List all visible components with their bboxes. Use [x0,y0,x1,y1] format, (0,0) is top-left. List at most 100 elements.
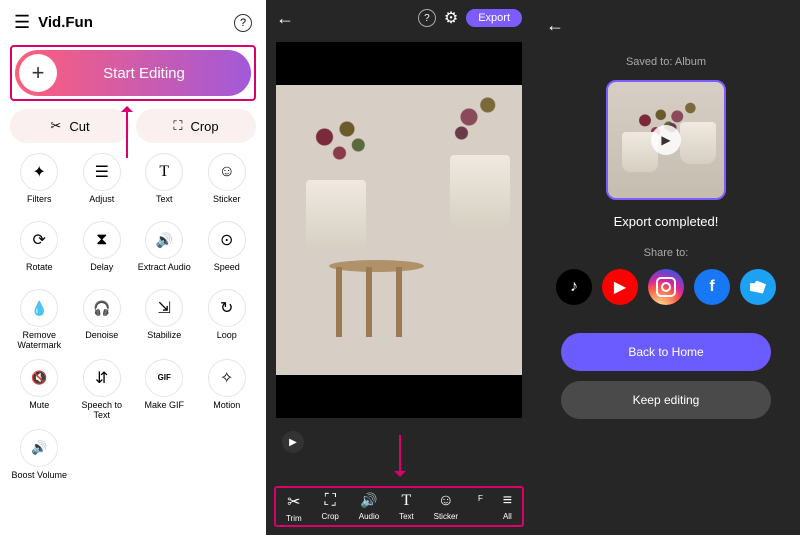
tool-extract-audio[interactable]: Extract Audio [135,221,194,281]
export-panel: ← Saved to: Album ▶ Export completed! Sh… [532,0,800,535]
tool-text[interactable]: Text [135,153,194,213]
crop-button[interactable]: Crop [136,109,256,143]
crop-icon [325,492,336,510]
back-to-home-button[interactable]: Back to Home [561,333,771,371]
speed-icon [208,221,246,259]
settings-icon[interactable]: ⚙ [444,8,458,28]
tool-delay[interactable]: Delay [73,221,132,281]
rotate-icon [20,221,58,259]
play-icon[interactable]: ▶ [282,431,304,453]
tool-motion[interactable]: Motion [198,359,257,421]
app-title: Vid.Fun [38,14,234,31]
video-preview[interactable] [276,42,522,418]
share-facebook-button[interactable] [694,269,730,305]
crop-label: Crop [190,119,218,134]
share-twitter-button[interactable] [740,269,776,305]
tool-label: Delay [90,263,113,281]
toolbar-label: Crop [322,512,339,521]
tool-adjust[interactable]: Adjust [73,153,132,213]
tool-remove-watermark[interactable]: Remove Watermark [10,289,69,351]
delay-icon [83,221,121,259]
tool-sticker[interactable]: Sticker [198,153,257,213]
export-header: ← [546,10,786,40]
back-icon[interactable]: ← [276,8,294,29]
tool-label: Extract Audio [138,263,191,281]
start-editing-highlight: + Start Editing [10,45,256,101]
toolbar-label: Text [399,512,414,521]
adjust-icon [83,153,121,191]
denoise-icon [83,289,121,327]
help-icon[interactable]: ? [418,9,436,27]
tool-boost-volume[interactable]: Boost Volume [10,429,69,489]
share-instagram-button[interactable] [648,269,684,305]
back-icon[interactable]: ← [546,15,564,36]
share-row [556,269,776,305]
annotation-arrow [126,108,128,158]
tool-mute[interactable]: Mute [10,359,69,421]
tool-speed[interactable]: Speed [198,221,257,281]
text-icon [402,492,412,510]
tool-filters[interactable]: Filters [10,153,69,213]
scissors-icon [50,118,61,134]
star-icon [20,153,58,191]
all-icon [503,492,512,510]
mute-icon [20,359,58,397]
water-icon [20,289,58,327]
start-editing-label: Start Editing [37,65,251,82]
tool-label: Make GIF [144,401,184,419]
toolbar-label: Trim [286,514,302,523]
extract-icon [145,221,183,259]
tools-grid: Filters Adjust Text Sticker Rotate Delay… [10,153,256,489]
tool-label: Boost Volume [11,471,67,489]
tool-label: Rotate [26,263,53,281]
tool-rotate[interactable]: Rotate [10,221,69,281]
tool-label: Sticker [213,195,241,213]
share-tiktok-button[interactable] [556,269,592,305]
cut-button[interactable]: Cut [10,109,130,143]
loop-icon [208,289,246,327]
toolbar-text[interactable]: Text [399,492,414,523]
tool-make-gif[interactable]: Make GIF [135,359,194,421]
share-youtube-button[interactable] [602,269,638,305]
tool-loop[interactable]: Loop [198,289,257,351]
export-thumbnail[interactable]: ▶ [606,80,726,200]
export-button[interactable]: Export [466,9,522,27]
keep-editing-button[interactable]: Keep editing [561,381,771,419]
toolbar-trim[interactable]: Trim [286,492,302,523]
toolbar-all[interactable]: All [503,492,512,523]
toolbar-sticker[interactable]: Sticker [434,492,458,523]
tool-denoise[interactable]: Denoise [73,289,132,351]
preview-frame [276,85,522,375]
tool-label: Denoise [85,331,118,349]
tool-label: Motion [213,401,240,419]
editor-toolbar: Trim Crop Audio Text Sticker F All [276,492,522,523]
share-to-label: Share to: [644,247,689,259]
help-icon[interactable]: ? [234,14,252,32]
editor-toolbar-highlight: Trim Crop Audio Text Sticker F All [274,486,524,527]
menu-icon[interactable]: ☰ [14,12,30,33]
crop-icon [173,118,182,134]
tool-label: Speed [214,263,240,281]
toolbar-label: All [503,512,512,521]
toolbar-f[interactable]: F [478,492,483,523]
tool-label: Text [156,195,173,213]
tool-label: Mute [29,401,49,419]
toolbar-crop[interactable]: Crop [322,492,339,523]
editor-panel: ← ? ⚙ Export ▶ Trim Crop [266,0,532,535]
boost-icon [20,429,58,467]
tool-speech-to-text[interactable]: Speech to Text [73,359,132,421]
text-icon [145,153,183,191]
toolbar-label: F [478,494,483,503]
tool-label: Adjust [89,195,114,213]
tool-label: Loop [217,331,237,349]
motion-icon [208,359,246,397]
toolbar-label: Audio [359,512,379,521]
start-editing-button[interactable]: + Start Editing [15,50,251,96]
tool-label: Filters [27,195,52,213]
tool-stabilize[interactable]: Stabilize [135,289,194,351]
toolbar-audio[interactable]: Audio [359,492,379,523]
cut-label: Cut [69,119,89,134]
tool-label: Remove Watermark [10,331,69,351]
toolbar-label: Sticker [434,512,458,521]
smiley-icon [208,153,246,191]
